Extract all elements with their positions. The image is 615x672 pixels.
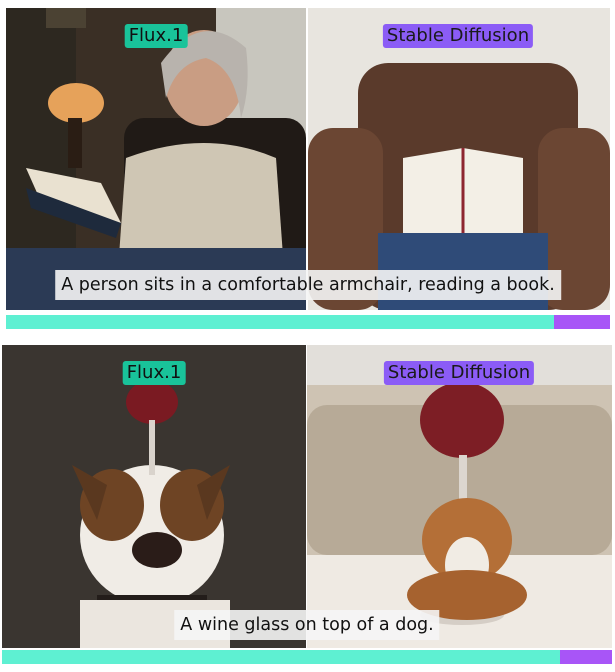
flux-label: Flux.1 (124, 24, 188, 48)
prompt-caption: A wine glass on top of a dog. (174, 610, 440, 640)
stable-diffusion-share (554, 315, 610, 329)
prompt-caption: A person sits in a comfortable armchair,… (55, 270, 561, 300)
flux-image-dog-wine (2, 345, 306, 648)
preference-bar-1 (6, 315, 610, 329)
flux-image-woman-reading (6, 8, 306, 310)
stable-diffusion-label: Stable Diffusion (382, 24, 534, 48)
preference-bar-2 (2, 650, 612, 664)
stable-diffusion-share (560, 650, 612, 664)
stable-diffusion-image-dog-wine (307, 345, 612, 648)
stable-diffusion-label: Stable Diffusion (383, 361, 535, 385)
comparison-row-1: Flux.1 Stable Diffusion A person sits in… (6, 8, 610, 310)
flux-share (6, 315, 555, 329)
flux-share (2, 650, 561, 664)
stable-diffusion-image-armchair-reading (308, 8, 610, 310)
comparison-row-2: Flux.1 Stable Diffusion A wine glass on … (2, 345, 612, 648)
flux-label: Flux.1 (122, 361, 186, 385)
